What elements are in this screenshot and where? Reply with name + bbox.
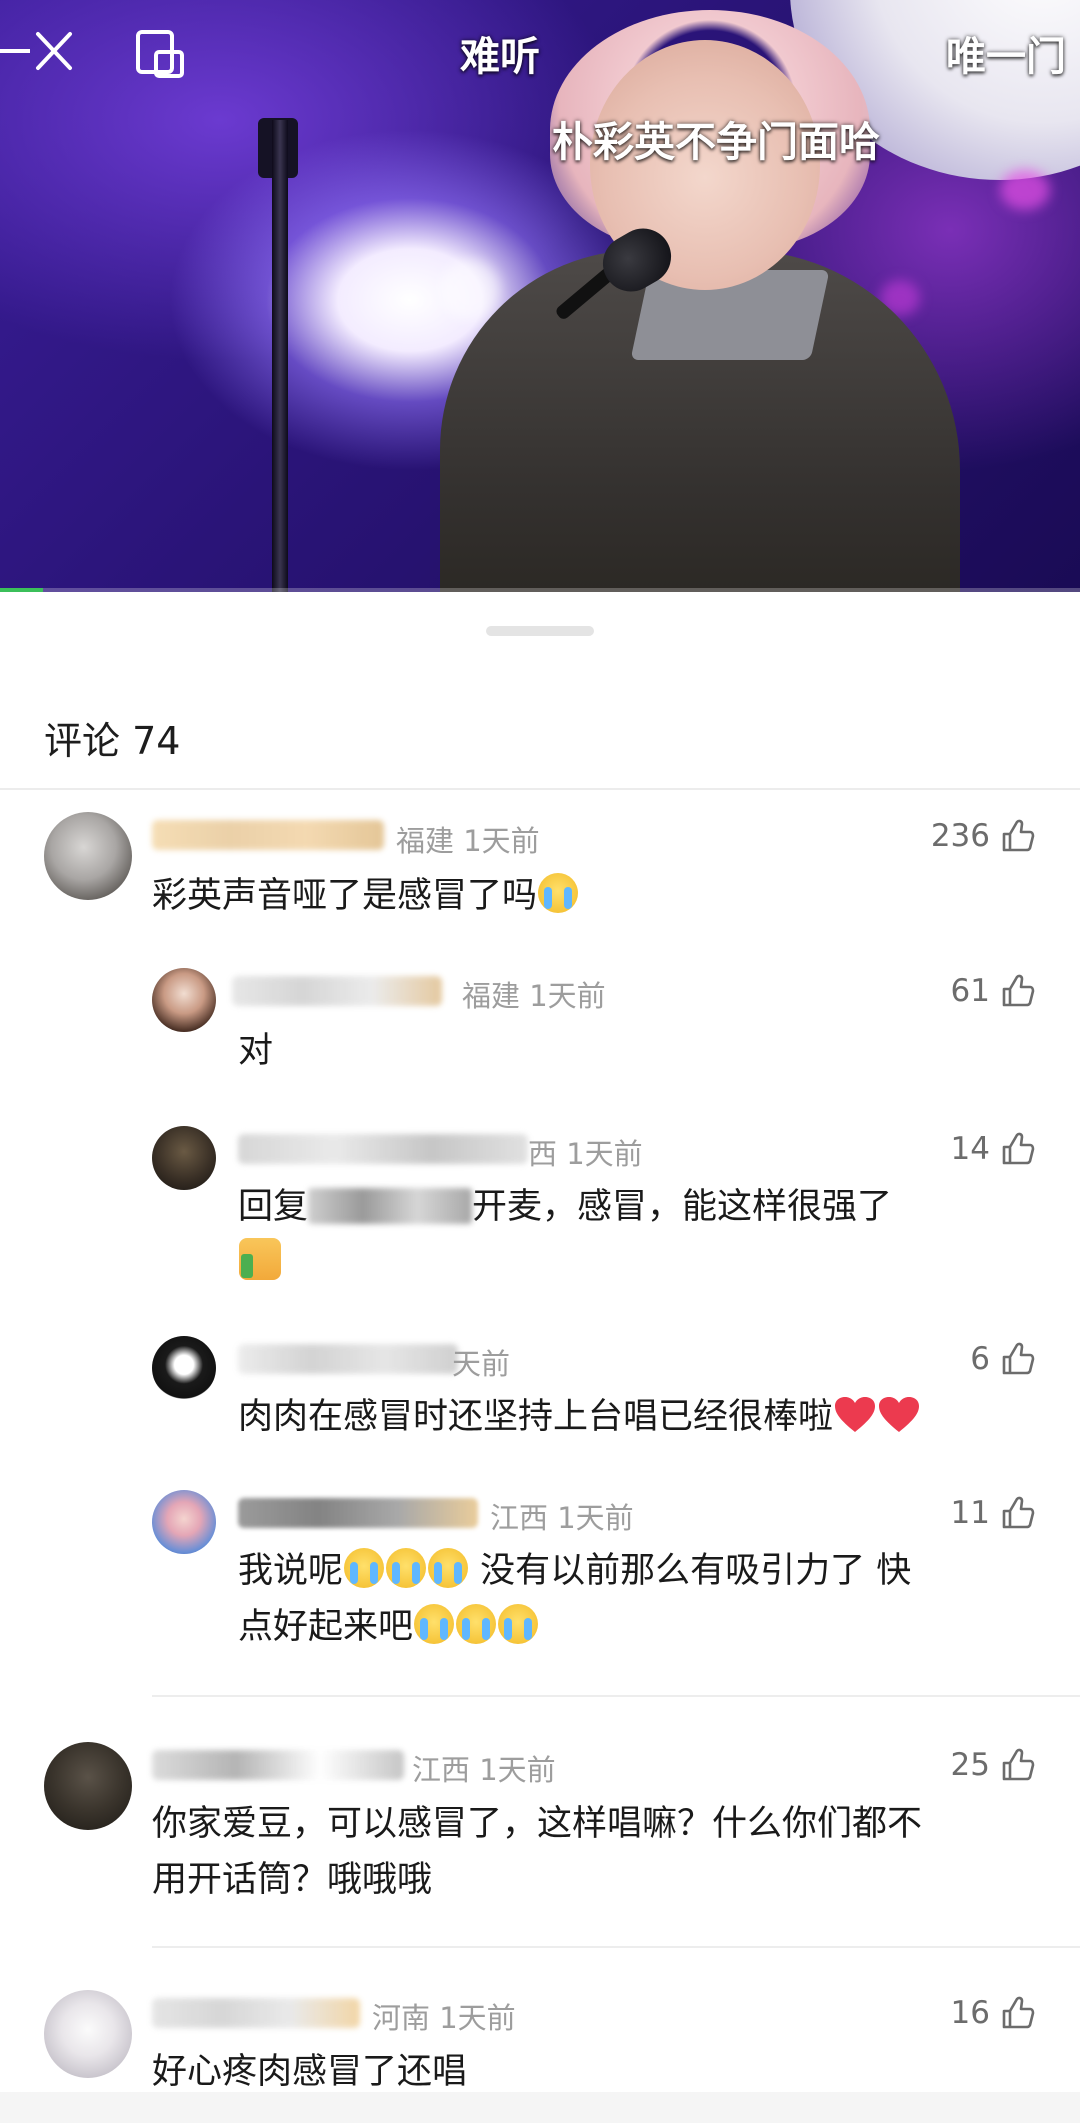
thumbs-up-icon [1002, 1748, 1035, 1781]
like-button[interactable]: 61 [951, 973, 1036, 1009]
avatar[interactable] [44, 812, 132, 900]
comment-text-content: 肉肉在感冒时还坚持上台唱已经很棒啦 [238, 1397, 834, 1437]
thumbs-up-icon [1002, 1342, 1035, 1375]
thumbs-up-icon [1002, 1996, 1035, 2029]
comment-text: 彩英声音哑了是感冒了吗 [152, 868, 579, 924]
reply-body: 开麦，感冒，能这样很强了 [472, 1187, 893, 1227]
crying-face-emoji-icon [414, 1604, 455, 1644]
crying-face-emoji-icon [456, 1604, 497, 1644]
username-redacted[interactable] [152, 820, 384, 850]
comment-line-2: 用开话筒？哦哦哦 [152, 1860, 433, 1900]
username-redacted[interactable] [152, 1998, 360, 2028]
red-heart-emoji-icon [878, 1395, 920, 1433]
reply-prefix: 回复 [238, 1187, 309, 1227]
crying-face-emoji-icon [428, 1548, 469, 1588]
like-button[interactable]: 11 [951, 1495, 1036, 1531]
picture-in-picture-icon[interactable] [134, 28, 186, 80]
username-redacted[interactable] [232, 976, 442, 1006]
like-button[interactable]: 6 [970, 1341, 1036, 1377]
thumbs-up-icon [1002, 1496, 1035, 1529]
like-button[interactable]: 236 [931, 818, 1036, 854]
comment-meta: 福建 1天前 [462, 979, 606, 1013]
avatar[interactable] [152, 968, 216, 1032]
bottom-input-strip [0, 2092, 1080, 2123]
comment-text-a: 我说呢 [238, 1551, 344, 1591]
avatar[interactable] [152, 1126, 216, 1190]
crying-face-emoji-icon [538, 873, 579, 913]
mic-stand [272, 120, 288, 592]
crying-face-emoji-icon [386, 1548, 427, 1588]
comment-text: 回复 开麦，感冒，能这样很强了 [238, 1179, 1038, 1291]
comment-text: 你家爱豆，可以感冒了，这样唱嘛？什么你们都不 用开话筒？哦哦哦 [152, 1796, 1042, 1908]
like-button[interactable]: 16 [951, 1995, 1036, 2031]
username-redacted[interactable] [152, 1750, 404, 1780]
video-title: 难听 [460, 34, 540, 80]
thread-divider [152, 1695, 1080, 1697]
username-redacted[interactable] [238, 1344, 458, 1374]
crying-face-emoji-icon [344, 1548, 385, 1588]
like-count: 236 [930, 818, 990, 854]
red-heart-emoji-icon [834, 1395, 876, 1433]
stage-spotlight [440, 260, 500, 320]
comment-text: 肉肉在感冒时还坚持上台唱已经很棒啦 [238, 1389, 1058, 1445]
comment-line-1: 你家爱豆，可以感冒了，这样唱嘛？什么你们都不 [152, 1804, 923, 1844]
like-count: 14 [950, 1131, 990, 1167]
avatar[interactable] [44, 1742, 132, 1830]
video-top-bar: 难听 唯一门 朴彩英不争门面哈 [0, 0, 1080, 166]
comment-meta: 江西 1天前 [412, 1753, 556, 1787]
thumbs-up-icon [1002, 1132, 1035, 1165]
thumbs-up-emoji-icon [239, 1238, 281, 1280]
avatar[interactable] [152, 1336, 216, 1400]
thumbs-up-icon [1002, 974, 1035, 1007]
username-redacted[interactable] [238, 1498, 478, 1528]
username-redacted[interactable] [238, 1134, 528, 1164]
like-count: 6 [970, 1341, 990, 1377]
thumbs-up-icon [1002, 819, 1035, 852]
close-icon[interactable] [0, 26, 80, 76]
comment-text: 我说呢 没有以前那么有吸引力了 快 点好起来吧 [238, 1543, 1058, 1655]
comment-text-b: 没有以前那么有吸引力了 快 [469, 1551, 912, 1591]
comment-meta: 河南 1天前 [372, 2001, 516, 2035]
comment-meta: 福建 1天前 [396, 824, 540, 858]
video-player[interactable]: 难听 唯一门 朴彩英不争门面哈 [0, 0, 1080, 592]
avatar[interactable] [152, 1490, 216, 1554]
video-subtitle: 朴彩英不争门面哈 [552, 118, 880, 166]
like-count: 61 [950, 973, 990, 1009]
comment-text-content: 彩英声音哑了是感冒了吗 [152, 876, 538, 916]
like-count: 25 [950, 1747, 990, 1783]
header-divider [0, 788, 1080, 790]
video-side-text: 唯一门 [946, 34, 1066, 80]
like-count: 16 [950, 1995, 990, 2031]
crying-face-emoji-icon [498, 1604, 539, 1644]
like-button[interactable]: 14 [951, 1131, 1036, 1167]
comment-meta: 西 1天前 [528, 1137, 643, 1171]
comment-meta: 天前 [452, 1347, 511, 1381]
comment-text: 对 [238, 1031, 274, 1071]
stage-light-pink [1000, 170, 1050, 210]
comment-sheet: 评论 74 福建 1天前 236 彩英声音哑了是感冒了吗 福建 1天前 61 对 [0, 592, 1080, 2123]
comments-count-title: 评论 74 [44, 719, 181, 763]
comment-divider [152, 1946, 1080, 1948]
sheet-drag-handle[interactable] [486, 626, 594, 636]
like-button[interactable]: 25 [951, 1747, 1036, 1783]
redacted-text [308, 1188, 473, 1224]
comment-meta: 江西 1天前 [490, 1501, 634, 1535]
avatar[interactable] [44, 1990, 132, 2078]
like-count: 11 [950, 1495, 990, 1531]
comment-text-c: 点好起来吧 [238, 1607, 414, 1647]
